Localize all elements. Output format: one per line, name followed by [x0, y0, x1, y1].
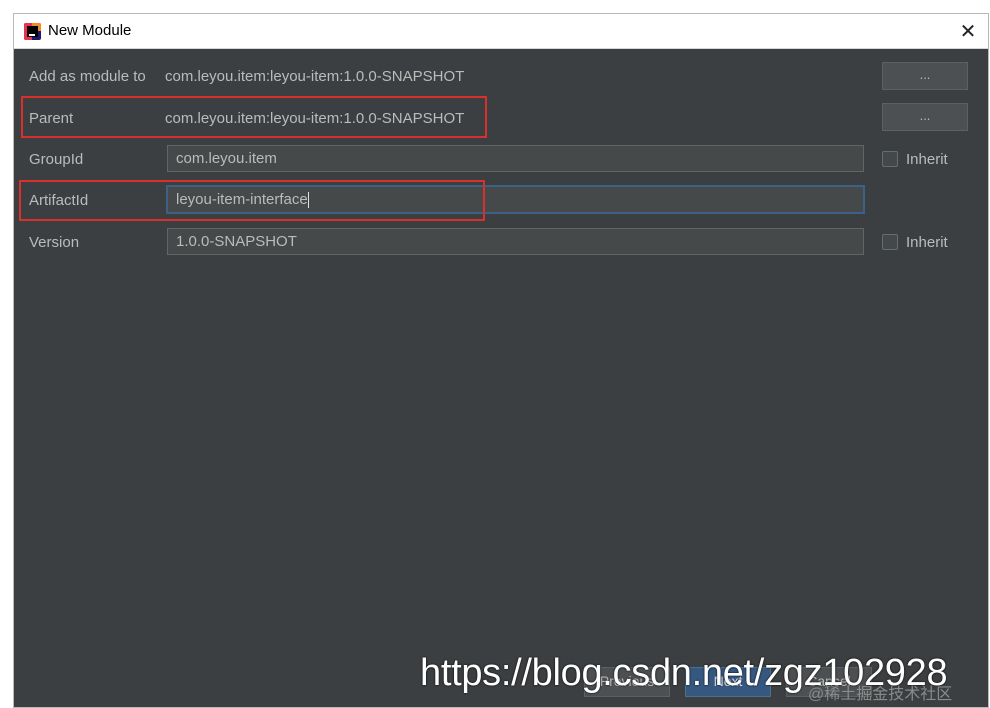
new-module-dialog: New Module ✕ Add as module to com.leyou.… — [13, 13, 989, 708]
version-label: Version — [29, 234, 80, 251]
title-bar: New Module ✕ — [14, 14, 988, 49]
text-caret — [307, 192, 309, 209]
dialog-title: New Module — [48, 22, 132, 39]
groupid-input[interactable]: com.leyou.item — [167, 145, 864, 172]
add-as-module-label: Add as module to — [29, 68, 146, 85]
parent-value: com.leyou.item:leyou-item:1.0.0-SNAPSHOT — [165, 110, 465, 127]
version-inherit-checkbox[interactable] — [882, 234, 898, 250]
intellij-app-icon — [24, 23, 41, 40]
parent-label: Parent — [29, 110, 74, 127]
version-inherit-label: Inherit — [906, 234, 948, 251]
groupid-label: GroupId — [29, 151, 84, 168]
parent-browse-button[interactable]: ... — [882, 103, 968, 131]
groupid-inherit-label: Inherit — [906, 151, 948, 168]
artifactid-label: ArtifactId — [29, 192, 89, 209]
artifactid-input-text: leyou-item-interface — [176, 191, 308, 208]
add-as-module-browse-button[interactable]: ... — [882, 62, 968, 90]
add-as-module-value: com.leyou.item:leyou-item:1.0.0-SNAPSHOT — [165, 68, 465, 85]
artifactid-input[interactable]: leyou-item-interface — [167, 186, 864, 213]
url-watermark: https://blog.csdn.net/zgz102928 — [420, 652, 948, 694]
version-input[interactable]: 1.0.0-SNAPSHOT — [167, 228, 864, 255]
close-icon[interactable]: ✕ — [957, 20, 979, 42]
groupid-inherit-checkbox[interactable] — [882, 151, 898, 167]
